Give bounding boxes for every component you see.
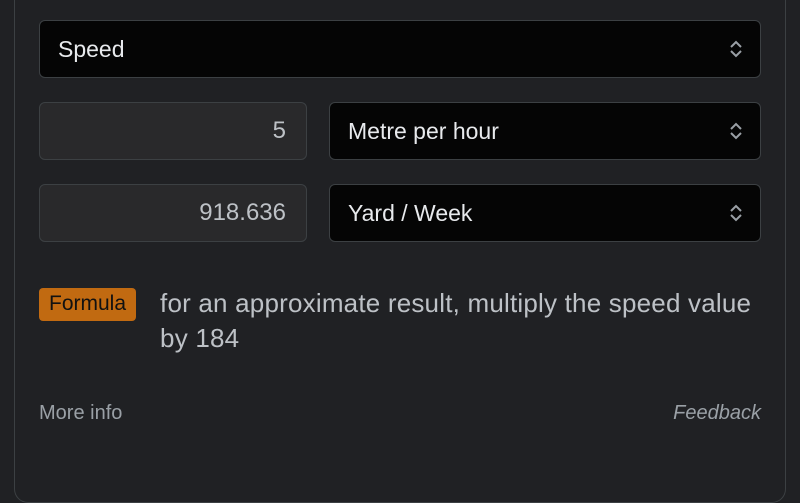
feedback-link[interactable]: Feedback — [673, 402, 761, 425]
converter-card: Speed 5 Metre per hour 918.636 Yard / We… — [14, 0, 786, 503]
output-value: 918.636 — [199, 199, 286, 227]
formula-row: Formula for an approximate result, multi… — [39, 286, 761, 356]
select-updown-icon — [730, 204, 742, 222]
output-unit-select[interactable]: Yard / Week — [329, 184, 761, 242]
output-unit-label: Yard / Week — [348, 200, 472, 227]
input-unit-select[interactable]: Metre per hour — [329, 102, 761, 160]
formula-badge: Formula — [39, 288, 136, 321]
select-updown-icon — [730, 122, 742, 140]
select-updown-icon — [730, 40, 742, 58]
input-value-field[interactable]: 5 — [39, 102, 307, 160]
formula-text: for an approximate result, multiply the … — [160, 286, 761, 356]
category-label: Speed — [58, 36, 125, 63]
input-unit-label: Metre per hour — [348, 118, 499, 145]
output-value-field[interactable]: 918.636 — [39, 184, 307, 242]
footer: More info Feedback — [39, 402, 761, 425]
more-info-link[interactable]: More info — [39, 402, 122, 425]
category-select[interactable]: Speed — [39, 20, 761, 78]
input-value: 5 — [273, 117, 286, 145]
